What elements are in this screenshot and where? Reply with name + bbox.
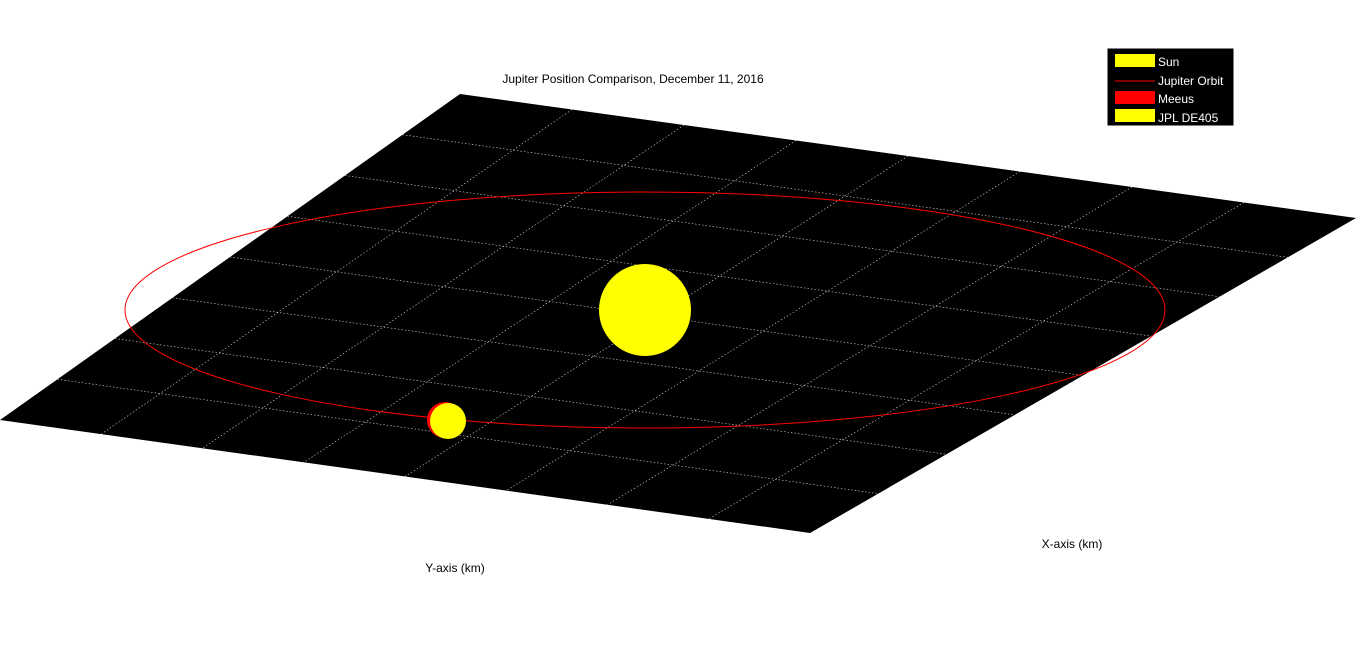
chart-title: Jupiter Position Comparison, December 11…	[502, 72, 764, 86]
legend-swatch-meeus	[1115, 91, 1155, 104]
legend-swatch-jpl-de405	[1115, 109, 1155, 122]
jpl-de405-marker	[430, 403, 466, 439]
legend: Sun Jupiter Orbit Meeus JPL DE405	[1106, 47, 1235, 127]
legend-swatch-sun	[1115, 54, 1155, 67]
sun-marker	[599, 264, 691, 356]
legend-label-meeus: Meeus	[1158, 92, 1194, 106]
legend-label-jpl-de405: JPL DE405	[1158, 111, 1219, 125]
legend-label-sun: Sun	[1158, 55, 1179, 69]
chart-figure: Jupiter Position Comparison, December 11…	[0, 47, 1356, 575]
x-axis-label: X-axis (km)	[1042, 537, 1103, 551]
y-axis-label: Y-axis (km)	[425, 561, 485, 575]
legend-label-jupiter-orbit: Jupiter Orbit	[1158, 74, 1224, 88]
